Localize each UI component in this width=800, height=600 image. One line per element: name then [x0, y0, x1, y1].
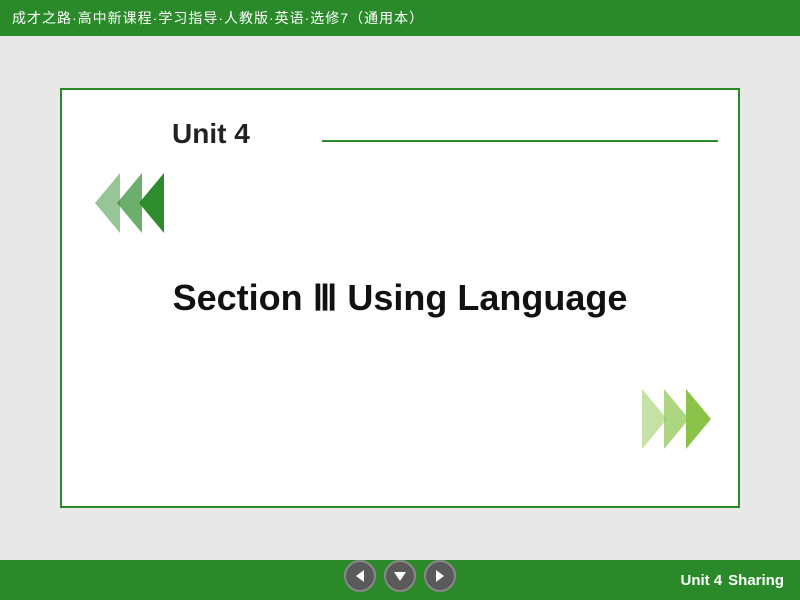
left-decoration-icon: [90, 168, 180, 238]
nav-prev-button[interactable]: [344, 560, 376, 592]
main-content: Unit 4 Section Ⅲ Using Language: [0, 36, 800, 560]
header-title: 成才之路·高中新课程·学习指导·人教版·英语·选修7（通用本）: [12, 8, 424, 28]
footer-unit-info: Unit 4 Sharing: [680, 572, 800, 589]
arrow-left-icon: [352, 568, 368, 584]
nav-next-button[interactable]: [424, 560, 456, 592]
arrow-down-icon: [392, 568, 408, 584]
section-title: Section Ⅲ Using Language: [173, 277, 628, 319]
unit-label: Unit 4: [172, 118, 250, 150]
footer-bar: Unit 4 Sharing: [0, 560, 800, 600]
footer-nav: [344, 560, 456, 592]
footer-unit-label: Unit 4: [680, 572, 722, 589]
right-decoration-icon: [626, 384, 716, 454]
footer-sharing-label: Sharing: [728, 572, 784, 589]
header-bar: 成才之路·高中新课程·学习指导·人教版·英语·选修7（通用本）: [0, 0, 800, 36]
slide: Unit 4 Section Ⅲ Using Language: [60, 88, 740, 508]
nav-home-button[interactable]: [384, 560, 416, 592]
arrow-right-icon: [432, 568, 448, 584]
unit-line: [322, 140, 718, 142]
